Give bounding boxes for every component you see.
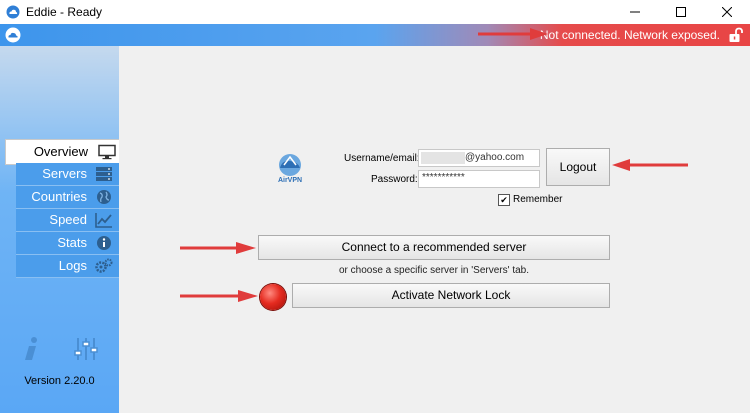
eddie-app-icon [6,5,20,19]
sidebar-item-label: Countries [31,189,87,204]
remember-checkbox[interactable]: ✔ [498,194,510,206]
sidebar-item-logs[interactable]: Logs [16,255,119,278]
close-button[interactable] [704,0,750,24]
logo-text: AirVPN [277,177,303,184]
network-lock-status-light [260,284,286,310]
maximize-icon [676,7,686,17]
minimize-button[interactable] [612,0,658,24]
airvpn-logo: AirVPN [272,152,308,190]
activate-network-lock-button[interactable]: Activate Network Lock [292,283,610,308]
sidebar-item-servers[interactable]: Servers [16,163,119,186]
password-value: *********** [422,172,465,183]
sidebar-item-speed[interactable]: Speed [16,209,119,232]
username-input[interactable]: @yahoo.com [418,149,540,167]
window-title: Eddie - Ready [26,5,103,19]
sidebar-item-label: Servers [42,166,87,181]
servers-icon [96,167,112,181]
password-input[interactable]: *********** [418,170,540,188]
about-info-icon[interactable] [20,336,44,362]
sidebar-item-countries[interactable]: Countries [16,186,119,209]
overview-panel [119,46,750,413]
annotation-arrow-status [478,28,548,40]
annotation-arrow-connect [180,242,256,254]
monitor-icon [98,144,116,160]
globe-icon [97,190,111,204]
airvpn-logo-icon [279,154,301,176]
cloud-icon [5,27,21,43]
sidebar-item-label: Stats [57,235,87,250]
username-value: @yahoo.com [465,152,525,163]
close-icon [722,7,732,17]
logout-button[interactable]: Logout [546,148,610,186]
sidebar-item-stats[interactable]: Stats [16,232,119,255]
connect-recommended-button[interactable]: Connect to a recommended server [258,235,610,260]
password-label: Password: [371,174,418,185]
status-text: Not connected. Network exposed. [539,28,720,42]
settings-sliders-icon[interactable] [74,336,98,362]
unlocked-padlock-icon [729,27,743,42]
redacted-username [421,152,465,164]
remember-label: Remember [513,194,563,205]
minimize-icon [630,11,640,13]
annotation-arrow-logout [612,159,688,171]
sidebar-item-label: Overview [33,144,88,159]
chart-icon [95,213,112,228]
choose-server-hint: or choose a specific server in 'Servers'… [338,265,529,276]
version-label: Version 2.20.0 [24,375,95,387]
gears-icon [95,258,113,273]
maximize-button[interactable] [658,0,704,24]
info-circle-icon [97,236,111,250]
annotation-arrow-network-lock [180,290,258,302]
sidebar-item-label: Speed [49,212,87,227]
username-label: Username/email: [344,153,420,164]
sidebar-item-overview[interactable]: Overview [5,139,122,165]
sidebar-item-label: Logs [58,258,87,273]
